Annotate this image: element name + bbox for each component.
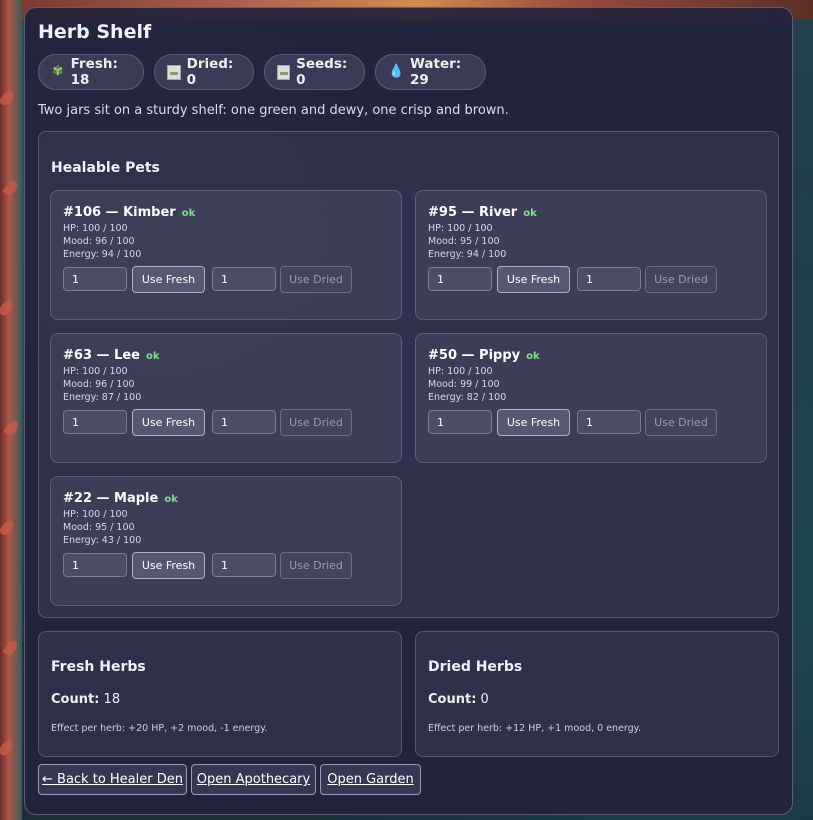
herb-icon: ✾ (52, 64, 64, 79)
use-dried-button[interactable]: Use Dried (280, 266, 352, 293)
fresh-herbs-effect: Effect per herb: +20 HP, +2 mood, -1 ene… (51, 723, 268, 734)
shelf-description: Two jars sit on a sturdy shelf: one gree… (38, 103, 509, 118)
pet-mood: Mood: 96 / 100 (63, 379, 135, 390)
fresh-quantity-input[interactable] (63, 267, 127, 291)
status-badge: ok (526, 351, 540, 362)
stat-dried-label: Dried: 0 (186, 56, 234, 88)
fresh-herbs-section: Fresh Herbs Count: 18 Effect per herb: +… (38, 631, 402, 757)
pet-card: #63 — Lee ok HP: 100 / 100 Mood: 96 / 100… (50, 333, 402, 463)
status-badge: ok (145, 351, 160, 362)
pet-card: #95 — River ok HP: 100 / 100 Mood: 95 / 1… (415, 190, 767, 320)
status-badge: ok (181, 208, 196, 219)
pet-energy: Energy: 87 / 100 (63, 392, 142, 403)
dried-herbs-section: Dried Herbs Count: 0 Effect per herb: +1… (415, 631, 779, 757)
back-to-healer-den-button[interactable]: ← Back to Healer Den (38, 764, 187, 795)
pet-mood: Mood: 95 / 100 (63, 522, 135, 533)
pet-hp: HP: 100 / 100 (63, 223, 128, 234)
pet-hp: HP: 100 / 100 (428, 366, 493, 377)
dried-herbs-effect: Effect per herb: +12 HP, +1 mood, 0 ener… (428, 723, 641, 734)
open-garden-button[interactable]: Open Garden (320, 764, 421, 795)
use-fresh-button[interactable]: Use Fresh (132, 409, 205, 436)
decorative-side-vine (0, 0, 22, 820)
use-fresh-button[interactable]: Use Fresh (497, 409, 570, 436)
fresh-herbs-heading: Fresh Herbs (51, 659, 146, 675)
stat-water-label: Water: 29 (410, 56, 462, 88)
broken-image-icon (167, 64, 181, 80)
stat-fresh-label: Fresh: 18 (70, 56, 118, 88)
pet-name: #63 — Lee ok (63, 348, 160, 363)
pet-name: #22 — Maple ok (63, 491, 178, 506)
healable-pets-heading: Healable Pets (51, 160, 160, 176)
pet-hp: HP: 100 / 100 (428, 223, 493, 234)
dried-quantity-input[interactable] (212, 410, 276, 434)
pet-energy: Energy: 43 / 100 (63, 535, 142, 546)
fresh-quantity-input[interactable] (428, 267, 492, 291)
pet-hp: HP: 100 / 100 (63, 366, 128, 377)
dried-quantity-input[interactable] (212, 267, 276, 291)
stat-seeds-label: Seeds: 0 (296, 56, 348, 88)
fresh-quantity-input[interactable] (63, 410, 127, 434)
pet-mood: Mood: 95 / 100 (428, 236, 500, 247)
pet-name: #95 — River ok (428, 205, 537, 220)
use-dried-button[interactable]: Use Dried (280, 552, 352, 579)
pet-hp: HP: 100 / 100 (63, 509, 128, 520)
stat-seeds: Seeds: 0 (264, 54, 365, 90)
pet-energy: Energy: 94 / 100 (63, 249, 142, 260)
dried-quantity-input[interactable] (577, 267, 641, 291)
use-dried-button[interactable]: Use Dried (645, 409, 717, 436)
use-dried-button[interactable]: Use Dried (280, 409, 352, 436)
dried-herbs-count: Count: 0 (428, 692, 489, 707)
status-badge: ok (164, 494, 178, 505)
fresh-herbs-count: Count: 18 (51, 692, 121, 707)
use-fresh-button[interactable]: Use Fresh (132, 266, 205, 293)
pet-energy: Energy: 82 / 100 (428, 392, 507, 403)
open-apothecary-button[interactable]: Open Apothecary (191, 764, 316, 795)
dried-quantity-input[interactable] (212, 553, 276, 577)
pet-name: #50 — Pippy ok (428, 348, 540, 363)
pet-energy: Energy: 94 / 100 (428, 249, 507, 260)
stat-water: 💧 Water: 29 (375, 54, 486, 90)
fresh-quantity-input[interactable] (428, 410, 492, 434)
water-drop-icon: 💧 (388, 64, 405, 79)
pet-card: #106 — Kimber ok HP: 100 / 100 Mood: 96 /… (50, 190, 402, 320)
stat-dried: Dried: 0 (154, 54, 254, 90)
fresh-quantity-input[interactable] (63, 553, 127, 577)
pet-name: #106 — Kimber ok (63, 205, 196, 220)
pet-mood: Mood: 99 / 100 (428, 379, 500, 390)
status-badge: ok (523, 208, 537, 219)
dried-quantity-input[interactable] (577, 410, 641, 434)
broken-image-icon (277, 64, 291, 80)
dried-herbs-heading: Dried Herbs (428, 659, 523, 675)
page-title: Herb Shelf (38, 21, 152, 43)
stat-fresh: ✾ Fresh: 18 (38, 54, 144, 90)
use-fresh-button[interactable]: Use Fresh (132, 552, 205, 579)
pet-card: #50 — Pippy ok HP: 100 / 100 Mood: 99 / 1… (415, 333, 767, 463)
use-dried-button[interactable]: Use Dried (645, 266, 717, 293)
pet-mood: Mood: 96 / 100 (63, 236, 135, 247)
use-fresh-button[interactable]: Use Fresh (497, 266, 570, 293)
pet-card: #22 — Maple ok HP: 100 / 100 Mood: 95 / 1… (50, 476, 402, 606)
